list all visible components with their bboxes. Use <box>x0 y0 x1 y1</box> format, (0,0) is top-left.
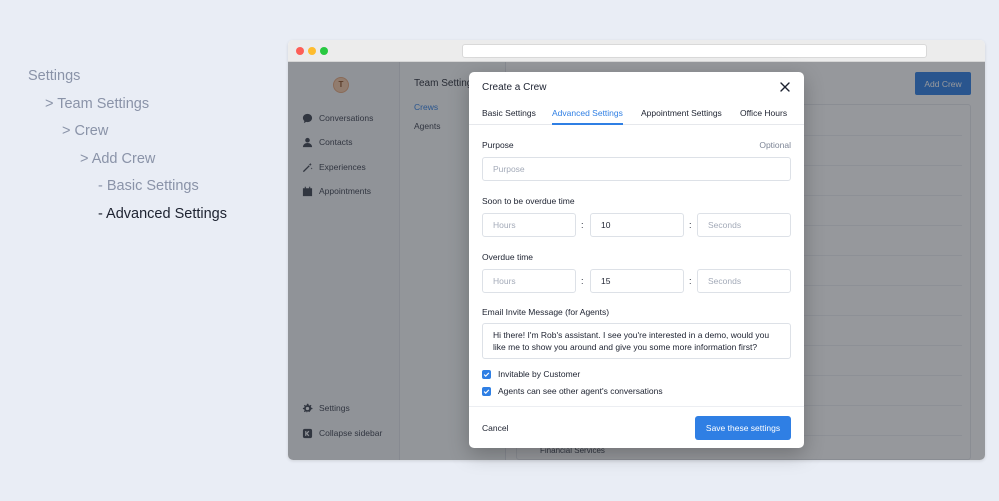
overdue-hours-input[interactable] <box>482 269 576 293</box>
breadcrumb-settings: Settings <box>28 68 81 84</box>
soon-overdue-hours-input[interactable] <box>482 213 576 237</box>
checkmark-icon <box>482 386 491 396</box>
close-icon[interactable] <box>779 81 791 93</box>
modal-footer: Cancel Save these settings <box>469 406 804 448</box>
breadcrumb-team-settings: > Team Settings <box>45 95 150 112</box>
cancel-button[interactable]: Cancel <box>482 423 508 433</box>
maximize-window-button[interactable] <box>320 47 328 55</box>
checkbox-label: Agents can see other agent's conversatio… <box>498 386 663 396</box>
soon-overdue-label: Soon to be overdue time <box>482 196 575 206</box>
create-crew-modal: Create a Crew Basic Settings Advanced Se… <box>469 72 804 448</box>
overdue-minutes-input[interactable] <box>590 269 684 293</box>
address-bar[interactable] <box>462 44 927 58</box>
overdue-seconds-input[interactable] <box>697 269 791 293</box>
breadcrumb: Settings > Team Settings > Crew > Add Cr… <box>28 64 227 229</box>
modal-tabs: Basic Settings Advanced Settings Appoint… <box>469 108 804 125</box>
email-invite-label: Email Invite Message (for Agents) <box>482 307 610 317</box>
breadcrumb-basic-settings: - Basic Settings <box>98 178 199 194</box>
time-separator: : <box>581 220 584 230</box>
save-settings-button[interactable]: Save these settings <box>695 416 791 440</box>
overdue-label: Overdue time <box>482 252 534 262</box>
purpose-optional-hint: Optional <box>759 140 791 150</box>
tab-advanced-settings[interactable]: Advanced Settings <box>552 108 623 125</box>
soon-overdue-seconds-input[interactable] <box>697 213 791 237</box>
time-separator: : <box>689 220 692 230</box>
modal-title: Create a Crew <box>482 82 547 93</box>
breadcrumb-add-crew: > Add Crew <box>80 150 156 167</box>
tab-office-hours[interactable]: Office Hours <box>740 108 787 125</box>
email-invite-textarea[interactable]: Hi there! I'm Rob's assistant. I see you… <box>482 323 791 359</box>
tab-appointment-settings[interactable]: Appointment Settings <box>641 108 722 125</box>
time-separator: : <box>689 276 692 286</box>
breadcrumb-advanced-settings: - Advanced Settings <box>98 205 227 222</box>
minimize-window-button[interactable] <box>308 47 316 55</box>
purpose-input[interactable] <box>482 157 791 181</box>
close-window-button[interactable] <box>296 47 304 55</box>
invitable-by-customer-checkbox[interactable]: Invitable by Customer <box>482 369 580 379</box>
tab-basic-settings[interactable]: Basic Settings <box>482 108 536 125</box>
soon-overdue-minutes-input[interactable] <box>590 213 684 237</box>
purpose-label: Purpose <box>482 140 514 150</box>
agents-see-conversations-checkbox[interactable]: Agents can see other agent's conversatio… <box>482 386 663 396</box>
checkbox-label: Invitable by Customer <box>498 369 581 379</box>
time-separator: : <box>581 276 584 286</box>
window-titlebar <box>288 40 985 62</box>
breadcrumb-crew: > Crew <box>62 123 109 139</box>
checkmark-icon <box>482 369 491 379</box>
